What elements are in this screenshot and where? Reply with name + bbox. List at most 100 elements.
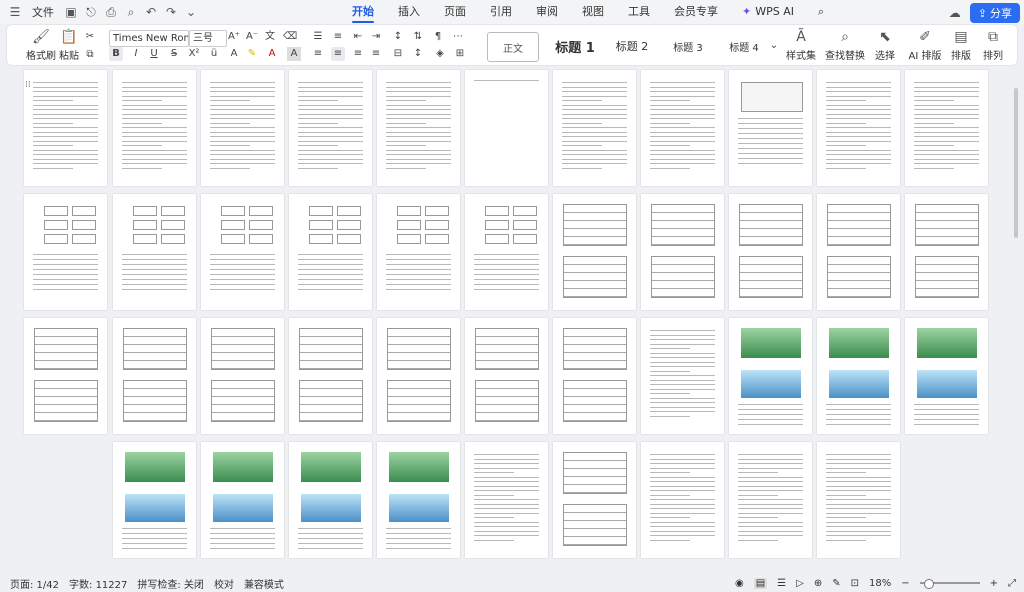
italic-button[interactable]: I xyxy=(129,47,143,61)
page-thumbnail[interactable] xyxy=(905,70,988,186)
underline-button[interactable]: U xyxy=(147,47,161,61)
page-thumbnail[interactable] xyxy=(289,318,372,434)
page-thumbnail[interactable] xyxy=(729,194,812,310)
style-heading-2[interactable]: 标题 2 xyxy=(605,32,659,60)
page-thumbnail[interactable] xyxy=(24,318,107,434)
proofread-button[interactable]: 校对 xyxy=(214,576,234,591)
page-thumbnail[interactable] xyxy=(465,318,548,434)
align-center-icon[interactable]: ≡ xyxy=(331,47,345,61)
zoom-in-icon[interactable]: + xyxy=(990,578,998,589)
tab-member[interactable]: 会员专享 xyxy=(662,0,730,24)
tab-page[interactable]: 页面 xyxy=(432,0,478,24)
page-thumbnail[interactable] xyxy=(729,70,812,186)
eye-protect-icon[interactable]: ◉ xyxy=(735,578,744,589)
page-thumbnail[interactable] xyxy=(905,318,988,434)
page-thumbnail[interactable] xyxy=(553,318,636,434)
superscript-icon[interactable]: X² xyxy=(187,47,201,61)
print-icon[interactable]: ⎙ xyxy=(102,3,120,21)
page-thumbnail[interactable] xyxy=(553,442,636,558)
page-indicator[interactable]: 页面: 1/42 xyxy=(10,576,59,591)
cut-icon[interactable]: ✂ xyxy=(83,30,97,44)
page-thumbnail[interactable] xyxy=(641,70,724,186)
page-thumbnail[interactable] xyxy=(817,70,900,186)
change-case-icon[interactable]: 文 xyxy=(263,30,277,44)
decrease-indent-icon[interactable]: ⇤ xyxy=(351,30,365,44)
page-thumbnail[interactable] xyxy=(377,442,460,558)
drag-handle-icon[interactable]: ⁞⁞ xyxy=(25,80,31,90)
search-icon[interactable]: ⌕ xyxy=(806,0,836,24)
page-thumbnail[interactable] xyxy=(377,194,460,310)
page-thumbnail[interactable] xyxy=(113,442,196,558)
align-right-icon[interactable]: ≡ xyxy=(351,47,365,61)
file-menu-button[interactable]: 文件 xyxy=(26,4,60,20)
page-thumbnail[interactable] xyxy=(113,70,196,186)
page-thumbnail[interactable] xyxy=(729,318,812,434)
zoom-level[interactable]: 18% xyxy=(869,578,891,589)
page-thumbnail[interactable] xyxy=(377,70,460,186)
outline-view-icon[interactable]: ☰ xyxy=(777,578,786,589)
page-thumbnail[interactable] xyxy=(465,194,548,310)
zoom-slider-knob[interactable] xyxy=(923,579,934,589)
ai-layout-button[interactable]: ✐ AI 排版 xyxy=(905,29,945,63)
preview-icon[interactable]: ⌕ xyxy=(122,3,140,21)
justify-icon[interactable]: ≡ xyxy=(369,47,383,61)
page-thumbnail[interactable] xyxy=(641,194,724,310)
page-thumbnail[interactable] xyxy=(641,442,724,558)
page-thumbnail[interactable] xyxy=(201,70,284,186)
page-thumbnail[interactable] xyxy=(817,442,900,558)
distribute-icon[interactable]: ⊟ xyxy=(391,47,405,61)
style-normal[interactable]: 正文 xyxy=(487,32,539,62)
tab-references[interactable]: 引用 xyxy=(478,0,524,24)
style-heading-3[interactable]: 标题 3 xyxy=(661,32,715,60)
line-spacing-icon[interactable]: ↕ xyxy=(411,47,425,61)
vertical-scrollbar[interactable] xyxy=(1012,70,1020,568)
style-set-button[interactable]: Ã 样式集 xyxy=(781,29,821,63)
page-thumbnail[interactable] xyxy=(289,194,372,310)
style-heading-1[interactable]: 标题 1 xyxy=(547,32,603,60)
find-replace-button[interactable]: ⌕ 查找替换 xyxy=(823,29,867,63)
document-pages-area[interactable] xyxy=(24,70,990,568)
tab-review[interactable]: 审阅 xyxy=(524,0,570,24)
cloud-sync-icon[interactable]: ☁ xyxy=(946,4,964,22)
page-thumbnail[interactable] xyxy=(201,318,284,434)
select-button[interactable]: ⬉ 选择 xyxy=(865,29,905,63)
page-thumbnail[interactable] xyxy=(817,318,900,434)
undo-icon[interactable]: ↶ xyxy=(142,3,160,21)
page-thumbnail[interactable] xyxy=(377,318,460,434)
bold-button[interactable]: B xyxy=(109,47,123,61)
page-thumbnail[interactable] xyxy=(817,194,900,310)
more-icon[interactable]: ⋯ xyxy=(451,30,465,44)
page-thumbnail[interactable] xyxy=(201,194,284,310)
numbered-list-icon[interactable]: ≡ xyxy=(331,30,345,44)
tab-tools[interactable]: 工具 xyxy=(616,0,662,24)
page-thumbnail[interactable] xyxy=(201,442,284,558)
page-thumbnail[interactable] xyxy=(465,442,548,558)
highlight-icon[interactable]: ✎ xyxy=(245,47,259,61)
font-size-select[interactable]: 三号 xyxy=(189,30,227,47)
shading-icon[interactable]: ◈ xyxy=(433,47,447,61)
page-thumbnail[interactable] xyxy=(289,442,372,558)
grow-font-icon[interactable]: A⁺ xyxy=(227,30,241,44)
text-direction-icon[interactable]: ↕ xyxy=(391,30,405,44)
font-color-icon[interactable]: A xyxy=(265,47,279,61)
zoom-out-icon[interactable]: − xyxy=(901,578,909,589)
menu-icon[interactable]: ☰ xyxy=(6,3,24,21)
borders-icon[interactable]: ⊞ xyxy=(453,47,467,61)
page-thumbnail[interactable] xyxy=(465,70,548,186)
page-view-icon[interactable]: ▤ xyxy=(753,577,768,589)
web-view-icon[interactable]: ⊕ xyxy=(814,578,822,589)
font-name-select[interactable]: Times New Romar xyxy=(109,30,189,47)
copy-icon[interactable]: ⧉ xyxy=(83,48,97,62)
save-icon[interactable]: ▣ xyxy=(62,3,80,21)
arrange-button[interactable]: ⧉ 排列 xyxy=(973,29,1013,63)
scrollbar-thumb[interactable] xyxy=(1014,88,1018,238)
clear-format-icon[interactable]: ⌫ xyxy=(283,30,297,44)
sort-icon[interactable]: ⇅ xyxy=(411,30,425,44)
page-thumbnail[interactable] xyxy=(289,70,372,186)
word-count[interactable]: 字数: 11227 xyxy=(69,576,127,591)
zoom-slider[interactable] xyxy=(919,579,980,589)
phonetic-icon[interactable]: ü xyxy=(207,47,221,61)
chevron-down-icon[interactable]: ⌄ xyxy=(182,3,200,21)
show-marks-icon[interactable]: ¶ xyxy=(431,30,445,44)
pen-icon[interactable]: ✎ xyxy=(832,578,840,589)
